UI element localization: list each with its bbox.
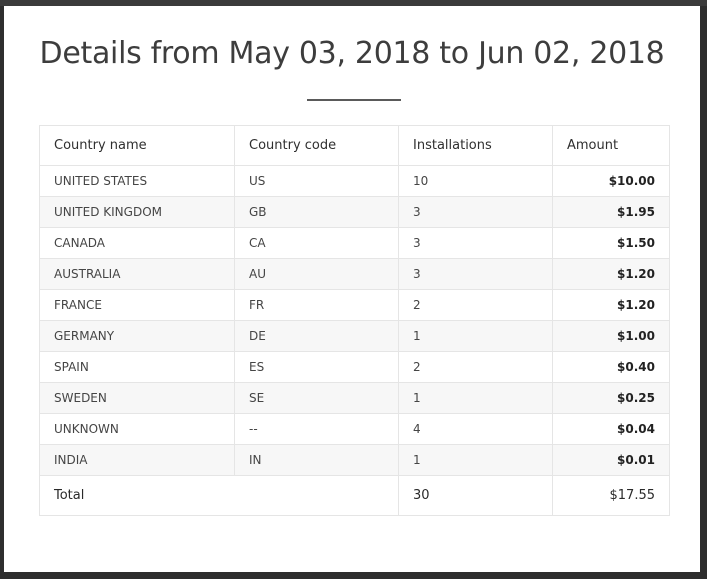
cell-amount: $0.40 <box>552 351 670 383</box>
table-row: FRANCE FR 2 $1.20 <box>39 289 670 321</box>
cell-country-code: US <box>234 165 399 197</box>
table-row: AUSTRALIA AU 3 $1.20 <box>39 258 670 290</box>
cell-country-code: GB <box>234 196 399 228</box>
table-row: UNKNOWN -- 4 $0.04 <box>39 413 670 445</box>
cell-installations: 1 <box>398 444 553 476</box>
table-total-row: Total 30 $17.55 <box>39 475 670 516</box>
cell-country-code: -- <box>234 413 399 445</box>
details-modal: Details from May 03, 2018 to Jun 02, 201… <box>4 6 700 572</box>
cell-installations: 1 <box>398 320 553 352</box>
table-row: UNITED STATES US 10 $10.00 <box>39 165 670 197</box>
cell-country-name: SPAIN <box>39 351 235 383</box>
cell-amount: $10.00 <box>552 165 670 197</box>
cell-amount: $1.00 <box>552 320 670 352</box>
cell-country-name: UNITED KINGDOM <box>39 196 235 228</box>
cell-amount: $1.20 <box>552 258 670 290</box>
column-header-installations: Installations <box>398 125 553 166</box>
table-row: GERMANY DE 1 $1.00 <box>39 320 670 352</box>
column-header-country-code: Country code <box>234 125 399 166</box>
table-row: SWEDEN SE 1 $0.25 <box>39 382 670 414</box>
title-divider <box>307 99 401 101</box>
cell-installations: 2 <box>398 289 553 321</box>
cell-amount: $0.01 <box>552 444 670 476</box>
cell-country-name: SWEDEN <box>39 382 235 414</box>
modal-title: Details from May 03, 2018 to Jun 02, 201… <box>39 36 665 71</box>
cell-installations: 3 <box>398 196 553 228</box>
cell-amount: $0.25 <box>552 382 670 414</box>
table-header-row: Country name Country code Installations … <box>39 125 670 166</box>
cell-installations: 4 <box>398 413 553 445</box>
cell-country-code: DE <box>234 320 399 352</box>
column-header-country-name: Country name <box>39 125 235 166</box>
total-label: Total <box>39 475 399 516</box>
total-installations: 30 <box>398 475 553 516</box>
cell-country-code: AU <box>234 258 399 290</box>
cell-country-name: FRANCE <box>39 289 235 321</box>
cell-country-code: SE <box>234 382 399 414</box>
cell-country-name: GERMANY <box>39 320 235 352</box>
cell-country-code: IN <box>234 444 399 476</box>
cell-amount: $0.04 <box>552 413 670 445</box>
cell-country-name: CANADA <box>39 227 235 259</box>
country-details-table: Country name Country code Installations … <box>39 125 670 516</box>
cell-country-code: ES <box>234 351 399 383</box>
table-row: CANADA CA 3 $1.50 <box>39 227 670 259</box>
table-row: UNITED KINGDOM GB 3 $1.95 <box>39 196 670 228</box>
cell-installations: 3 <box>398 258 553 290</box>
cell-country-name: AUSTRALIA <box>39 258 235 290</box>
cell-installations: 1 <box>398 382 553 414</box>
cell-amount: $1.95 <box>552 196 670 228</box>
table-row: SPAIN ES 2 $0.40 <box>39 351 670 383</box>
table-row: INDIA IN 1 $0.01 <box>39 444 670 476</box>
cell-installations: 3 <box>398 227 553 259</box>
cell-installations: 10 <box>398 165 553 197</box>
total-amount: $17.55 <box>552 475 670 516</box>
cell-installations: 2 <box>398 351 553 383</box>
cell-amount: $1.20 <box>552 289 670 321</box>
cell-country-code: CA <box>234 227 399 259</box>
column-header-amount: Amount <box>552 125 670 166</box>
cell-country-name: INDIA <box>39 444 235 476</box>
cell-country-code: FR <box>234 289 399 321</box>
cell-amount: $1.50 <box>552 227 670 259</box>
cell-country-name: UNKNOWN <box>39 413 235 445</box>
cell-country-name: UNITED STATES <box>39 165 235 197</box>
